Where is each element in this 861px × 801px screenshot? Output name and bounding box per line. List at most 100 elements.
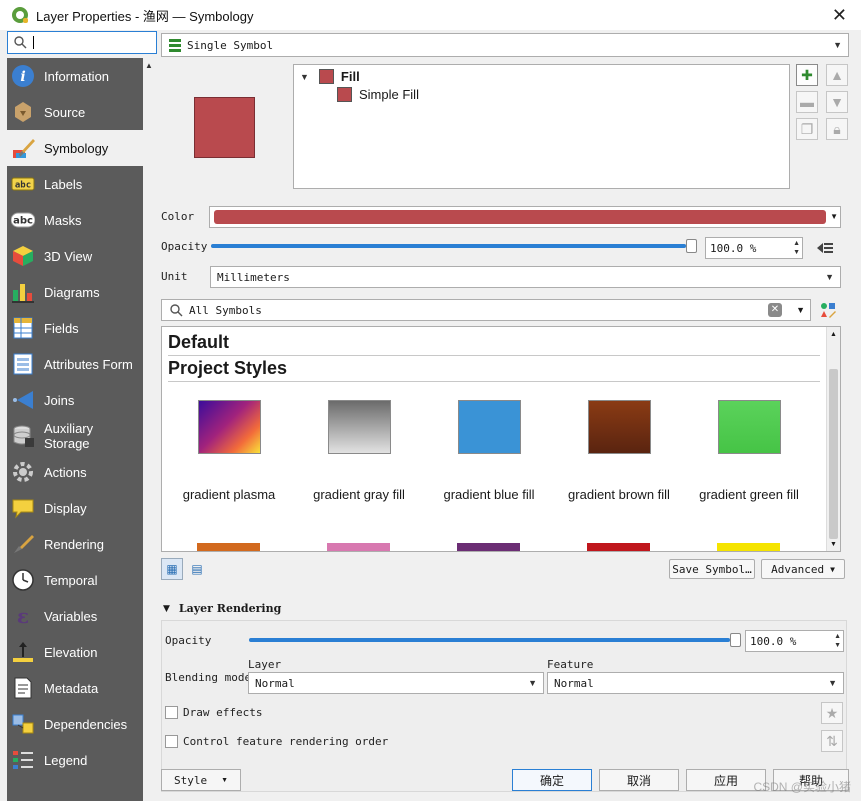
sidebar-item-information[interactable]: i Information [7, 58, 143, 94]
collapse-arrow-icon[interactable]: ▼ [300, 72, 309, 82]
slider-handle[interactable] [730, 633, 741, 647]
unit-value: Millimeters [217, 270, 290, 284]
title-bar: Layer Properties - 渔网 — Symbology ✕ [0, 0, 861, 30]
icon-view-button[interactable]: ▦ [161, 558, 183, 580]
layer-rendering-header[interactable]: ▼ Layer Rendering [163, 602, 281, 615]
sidebar-item-dependencies[interactable]: Dependencies [7, 706, 143, 742]
sidebar-item-display[interactable]: Display [7, 490, 143, 526]
opacity-spinbox[interactable]: 100.0 % ▲ ▼ [705, 237, 803, 259]
window-title: Layer Properties - 渔网 — Symbology [36, 8, 254, 24]
chevron-down-icon[interactable]: ▼ [796, 305, 805, 315]
chevron-down-icon: ▼ [833, 40, 842, 50]
style-manager-button[interactable] [819, 301, 839, 321]
scroll-down-arrow-icon[interactable]: ▼ [830, 541, 837, 548]
sidebar-item-actions[interactable]: Actions [7, 454, 143, 490]
symbol-thumbnail-partial[interactable] [717, 543, 780, 551]
scroll-up-arrow-icon[interactable]: ▲ [830, 331, 837, 338]
spin-arrows-icon[interactable]: ▲ ▼ [834, 632, 841, 650]
sidebar-item-attributes-form[interactable]: Attributes Form [7, 346, 143, 382]
control-order-checkbox[interactable] [165, 735, 178, 748]
symbol-thumbnail-partial[interactable] [197, 543, 260, 551]
feature-blend-label: Feature [547, 658, 594, 671]
style-label: Style [173, 773, 208, 787]
add-symbol-layer-button[interactable]: ✚ [796, 64, 818, 86]
library-scrollbar[interactable]: ▲ ▼ [826, 327, 840, 551]
layer-blend-select[interactable]: Normal ▼ [248, 672, 544, 694]
save-symbol-button[interactable]: Save Symbol… [669, 559, 755, 579]
qgis-logo-icon [12, 7, 28, 23]
sidebar-item-masks[interactable]: abc Masks [7, 202, 143, 238]
sidebar-item-diagrams[interactable]: Diagrams [7, 274, 143, 310]
sidebar-item-3d-view[interactable]: 3D View [7, 238, 143, 274]
opacity-slider[interactable] [211, 237, 697, 255]
chevron-down-icon: ▼ [528, 678, 537, 688]
symbol-gradient-plasma[interactable]: gradient plasma [164, 400, 294, 502]
scroll-up-arrow-icon[interactable]: ▲ [145, 61, 153, 70]
sidebar-item-variables[interactable]: ε Variables [7, 598, 143, 634]
sidebar-item-rendering[interactable]: Rendering [7, 526, 143, 562]
symbol-gradient-blue-fill[interactable]: gradient blue fill [424, 400, 554, 502]
sidebar-item-symbology[interactable]: Symbology [7, 130, 143, 166]
tree-row-fill[interactable]: ▼ Fill [300, 69, 360, 84]
sidebar-search-input[interactable] [7, 31, 157, 54]
data-defined-override-button[interactable] [813, 238, 837, 258]
symbol-gradient-gray-fill[interactable]: gradient gray fill [294, 400, 424, 502]
symbol-name: gradient brown fill [568, 487, 670, 502]
symbol-gradient-green-fill[interactable]: gradient green fill [684, 400, 814, 502]
sidebar-item-labels[interactable]: abc Labels [7, 166, 143, 202]
sidebar-item-fields[interactable]: Fields [7, 310, 143, 346]
collapse-arrow-icon[interactable]: ▼ [163, 604, 170, 614]
layer-opacity-value: 100.0 % [750, 634, 797, 648]
svg-text:abc: abc [15, 181, 31, 191]
sidebar-item-elevation[interactable]: Elevation [7, 634, 143, 670]
close-button[interactable]: ✕ [832, 5, 847, 25]
draw-effects-checkbox[interactable] [165, 706, 178, 719]
symbol-gradient-brown-fill[interactable]: gradient brown fill [554, 400, 684, 502]
customize-effects-button[interactable]: ★ [821, 702, 843, 724]
color-button[interactable]: ▼ [209, 206, 841, 228]
define-order-button[interactable]: ⇅ [821, 730, 843, 752]
sidebar-item-source[interactable]: Source [7, 94, 143, 130]
sidebar-item-joins[interactable]: Joins [7, 382, 143, 418]
color-dropdown-icon[interactable]: ▼ [830, 212, 838, 221]
symbol-thumbnail [717, 400, 781, 454]
remove-symbol-layer-button[interactable]: ▬ [796, 91, 818, 113]
blending-mode-label: Blending mode [165, 671, 252, 684]
clear-search-icon[interactable]: ✕ [768, 303, 782, 317]
list-view-icon: ▤ [191, 562, 203, 576]
symbol-thumbnail [197, 400, 261, 454]
sidebar-item-legend[interactable]: Legend [7, 742, 143, 778]
sidebar-item-metadata[interactable]: Metadata [7, 670, 143, 706]
legend-icon [11, 748, 35, 772]
list-view-button[interactable]: ▤ [186, 558, 208, 580]
symbol-thumbnail-partial[interactable] [587, 543, 650, 551]
arrow-up-icon: ▲ [830, 67, 844, 83]
layer-opacity-spinbox[interactable]: 100.0 % ▲ ▼ [745, 630, 844, 652]
renderer-select[interactable]: Single Symbol ▼ [161, 33, 849, 57]
divider [168, 355, 820, 356]
sidebar-scrollbar[interactable]: ▲ [143, 58, 157, 801]
layer-opacity-slider[interactable] [249, 631, 741, 649]
slider-handle[interactable] [686, 239, 697, 253]
move-up-button[interactable]: ▲ [826, 64, 848, 86]
duplicate-layer-button[interactable]: ❐ [796, 118, 818, 140]
ok-button[interactable]: 确定 [512, 769, 592, 791]
tree-row-simple-fill[interactable]: Simple Fill [337, 87, 419, 102]
lock-layer-button[interactable]: 🔒︎ [826, 118, 848, 140]
scrollbar-handle[interactable] [829, 369, 838, 539]
move-down-button[interactable]: ▼ [826, 91, 848, 113]
sidebar-item-temporal[interactable]: Temporal [7, 562, 143, 598]
sidebar-item-auxiliary-storage[interactable]: Auxiliary Storage [7, 418, 143, 454]
cancel-button[interactable]: 取消 [599, 769, 679, 791]
advanced-button[interactable]: Advanced ▼ [761, 559, 845, 579]
feature-blend-select[interactable]: Normal ▼ [547, 672, 844, 694]
symbol-thumbnail-partial[interactable] [327, 543, 390, 551]
plus-icon: ✚ [801, 66, 813, 83]
spin-arrows-icon[interactable]: ▲ ▼ [793, 239, 800, 257]
symbol-search-input[interactable]: All Symbols ✕ ▼ [161, 299, 811, 321]
text-cursor [33, 36, 34, 49]
symbol-preview-area [157, 63, 287, 188]
style-menu-button[interactable]: Style ▼ [161, 769, 241, 791]
unit-select[interactable]: Millimeters ▼ [210, 266, 841, 288]
symbol-thumbnail-partial[interactable] [457, 543, 520, 551]
